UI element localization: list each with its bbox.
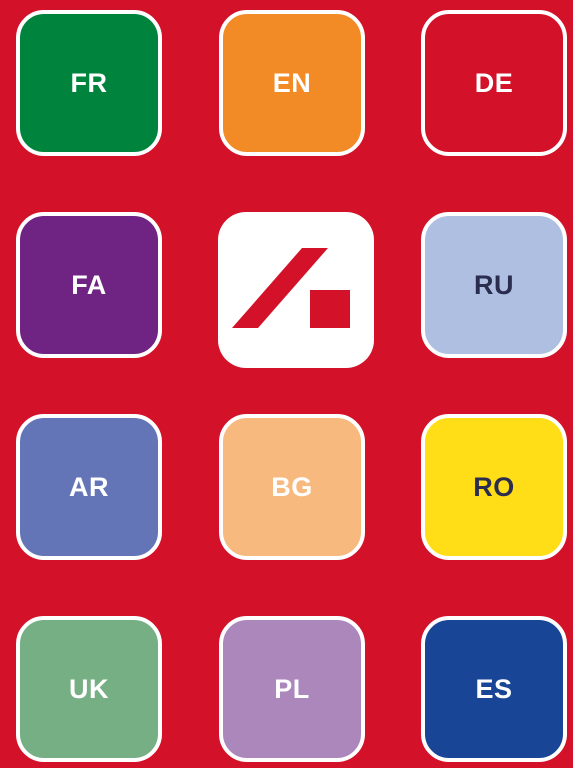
language-code-label: EN	[272, 67, 312, 98]
language-code-label: FA	[71, 269, 107, 300]
language-tile-fr[interactable]: FR	[16, 10, 162, 156]
language-code-label: DE	[474, 67, 514, 98]
language-tile-de[interactable]: DE	[421, 10, 567, 156]
language-code-label: ES	[475, 673, 513, 704]
language-tile-pl[interactable]: PL	[219, 616, 365, 762]
language-tile-ru[interactable]: RU	[421, 212, 567, 358]
language-tile-uk[interactable]: UK	[16, 616, 162, 762]
language-tile-bg[interactable]: BG	[219, 414, 365, 560]
language-code-label: UK	[69, 673, 109, 704]
app-logo-icon	[232, 248, 350, 328]
language-tile-ro[interactable]: RO	[421, 414, 567, 560]
language-code-label: RU	[474, 269, 514, 300]
language-tile-ar[interactable]: AR	[16, 414, 162, 560]
app-logo	[218, 212, 374, 368]
language-tile-en[interactable]: EN	[219, 10, 365, 156]
language-code-label: RO	[473, 471, 515, 502]
language-tile-es[interactable]: ES	[421, 616, 567, 762]
language-code-label: PL	[274, 673, 310, 704]
language-code-label: AR	[69, 471, 109, 502]
language-code-label: BG	[271, 471, 313, 502]
language-code-label: FR	[70, 67, 108, 98]
language-tile-fa[interactable]: FA	[16, 212, 162, 358]
logo-square-shape	[310, 290, 350, 328]
